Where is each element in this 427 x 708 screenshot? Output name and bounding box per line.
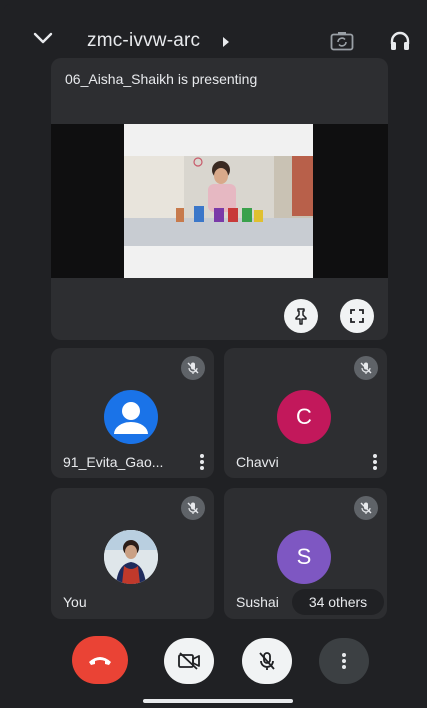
camera-toggle-button[interactable] — [164, 638, 214, 684]
presentation-tile[interactable]: 06_Aisha_Shaikh is presenting — [51, 58, 388, 340]
home-indicator[interactable] — [143, 699, 293, 703]
pin-button[interactable] — [284, 299, 318, 333]
participant-tile[interactable]: 91_Evita_Gao... — [51, 348, 214, 478]
switch-camera-icon[interactable] — [330, 31, 354, 51]
mic-off-icon — [187, 362, 199, 374]
presentation-video-frame — [124, 156, 313, 246]
others-count-button[interactable]: 34 others — [292, 589, 384, 615]
muted-indicator — [354, 356, 378, 380]
more-vert-icon[interactable] — [371, 452, 379, 472]
mic-off-icon — [259, 652, 275, 670]
participant-name: Sushai — [236, 594, 279, 610]
meeting-code[interactable]: zmc-ivvw-arc — [87, 30, 200, 52]
mic-off-icon — [360, 362, 372, 374]
avatar: C — [277, 390, 331, 444]
user-photo — [104, 530, 158, 584]
participant-tile[interactable]: C Chavvi — [224, 348, 387, 478]
headphones-icon[interactable] — [389, 30, 411, 52]
mic-off-icon — [360, 502, 372, 514]
muted-indicator — [181, 496, 205, 520]
end-call-icon — [89, 657, 111, 665]
more-vert-icon[interactable] — [198, 452, 206, 472]
presentation-stage — [51, 124, 388, 278]
mic-off-icon — [187, 502, 199, 514]
fullscreen-icon — [350, 309, 364, 323]
muted-indicator — [354, 496, 378, 520]
chevron-down-icon[interactable] — [32, 30, 54, 46]
meet-window: zmc-ivvw-arc 06_Aisha_Shaikh is presenti… — [4, 4, 423, 704]
participant-name: You — [63, 594, 87, 610]
end-call-button[interactable] — [72, 636, 128, 684]
fullscreen-button[interactable] — [340, 299, 374, 333]
avatar: S — [277, 530, 331, 584]
camera-off-icon — [178, 652, 200, 670]
participant-tile-self[interactable]: You — [51, 488, 214, 619]
participant-name: 91_Evita_Gao... — [63, 454, 164, 470]
muted-indicator — [181, 356, 205, 380]
mic-toggle-button[interactable] — [242, 638, 292, 684]
caret-right-icon[interactable] — [223, 37, 229, 47]
presenter-label: 06_Aisha_Shaikh is presenting — [65, 71, 258, 87]
more-options-button[interactable] — [319, 638, 369, 684]
more-vert-icon — [342, 653, 346, 669]
pin-icon — [295, 308, 307, 325]
avatar — [104, 390, 158, 444]
person-icon — [114, 402, 148, 434]
participant-name: Chavvi — [236, 454, 279, 470]
avatar-photo — [104, 530, 158, 584]
presented-screen — [124, 124, 313, 278]
